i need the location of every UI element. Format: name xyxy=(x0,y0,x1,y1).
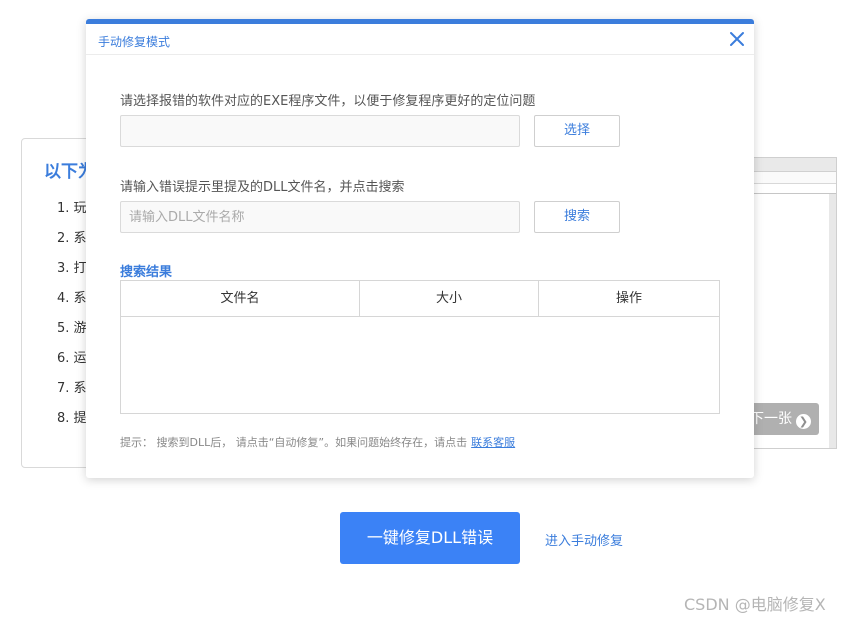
results-title: 搜索结果 xyxy=(120,265,173,280)
list-item: 2. 系 xyxy=(57,231,87,246)
select-button[interactable]: 选择 xyxy=(534,115,620,147)
manual-repair-dialog: 手动修复模式 请选择报错的软件对应的EXE程序文件，以便于修复程序更好的定位问题… xyxy=(86,19,754,478)
preview-titlebar xyxy=(743,158,836,172)
results-table: 文件名 大小 操作 xyxy=(120,280,720,414)
search-button[interactable]: 搜索 xyxy=(534,201,620,233)
list-item: 5. 游 xyxy=(57,321,87,336)
background-list: 1. 玩 2. 系 3. 打 4. 系 5. 游 6. 运 7. 系 8. 提 xyxy=(57,201,87,441)
exe-label: 请选择报错的软件对应的EXE程序文件，以便于修复程序更好的定位问题 xyxy=(120,94,536,109)
list-item: 7. 系 xyxy=(57,381,87,396)
list-item: 3. 打 xyxy=(57,261,87,276)
preview-scrollbar xyxy=(829,194,836,448)
next-image-label: 下一张 xyxy=(750,411,792,427)
list-item: 6. 运 xyxy=(57,351,87,366)
dll-label: 请输入错误提示里提及的DLL文件名，并点击搜索 xyxy=(120,180,405,195)
list-item: 8. 提 xyxy=(57,411,87,426)
preview-toolbar xyxy=(743,184,836,194)
column-header-size: 大小 xyxy=(360,281,539,316)
column-header-filename: 文件名 xyxy=(121,281,360,316)
close-icon[interactable] xyxy=(728,30,746,48)
tip-message: 提示： 搜索到DLL后， 请点击“自动修复”。如果问题始终存在，请点击 xyxy=(120,436,468,449)
dialog-title: 手动修复模式 xyxy=(98,35,171,49)
watermark: CSDN @电脑修复X xyxy=(684,595,826,614)
results-table-header: 文件名 大小 操作 xyxy=(121,281,719,317)
exe-path-input[interactable] xyxy=(120,115,520,147)
chevron-right-icon: ❯ xyxy=(796,414,811,429)
manual-repair-link[interactable]: 进入手动修复 xyxy=(545,530,623,549)
contact-support-link[interactable]: 联系客服 xyxy=(471,436,515,449)
list-item: 4. 系 xyxy=(57,291,87,306)
preview-menubar xyxy=(743,172,836,184)
dialog-header: 手动修复模式 xyxy=(86,24,754,55)
one-click-repair-button[interactable]: 一键修复DLL错误 xyxy=(340,512,520,564)
list-item: 1. 玩 xyxy=(57,201,87,216)
column-header-action: 操作 xyxy=(615,291,642,306)
tip-text: 提示： 搜索到DLL后， 请点击“自动修复”。如果问题始终存在，请点击 联系客服 xyxy=(120,434,515,450)
dll-name-input[interactable] xyxy=(120,201,520,233)
